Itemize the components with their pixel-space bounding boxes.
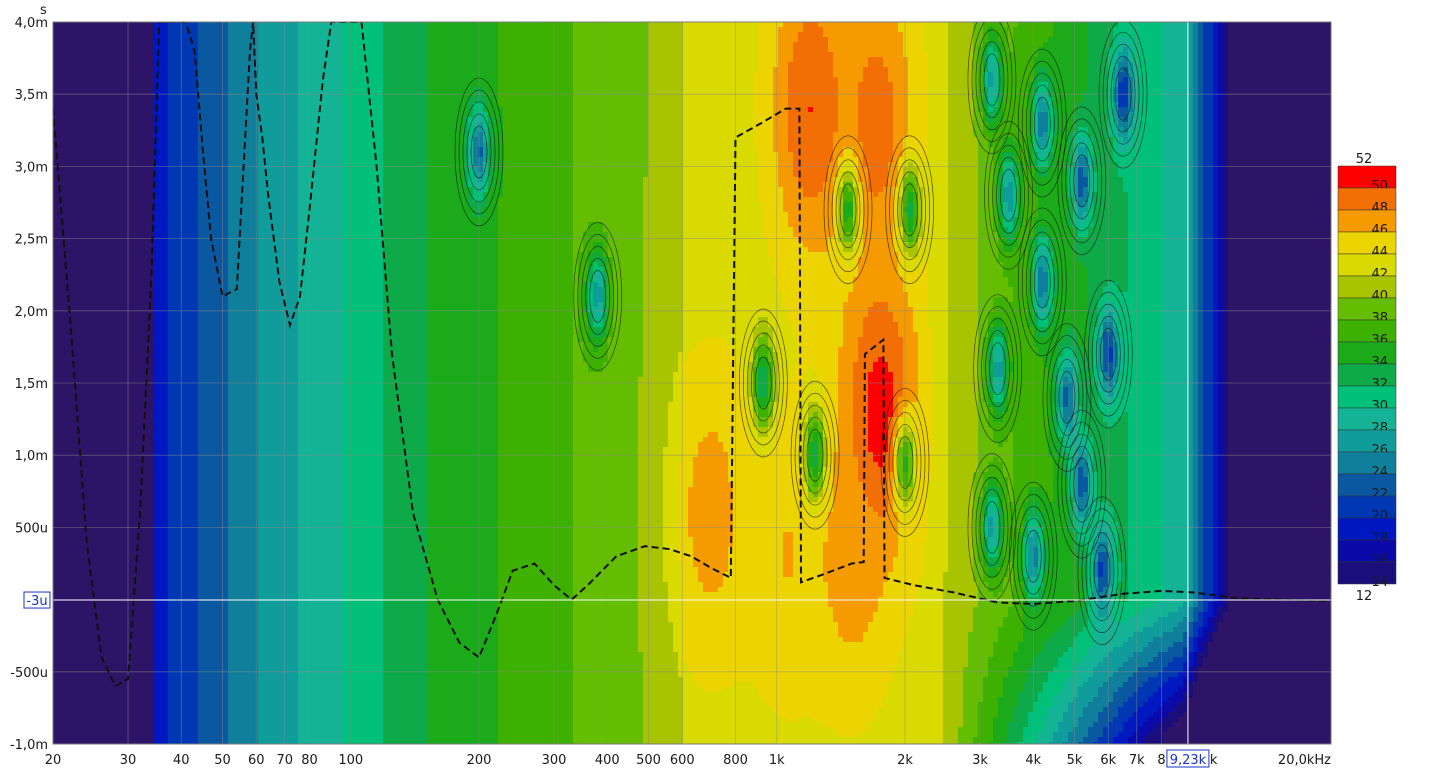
x-tick-label: 20 xyxy=(45,753,62,768)
x-tick-label: 400 xyxy=(595,753,620,768)
y-tick-label: -500u xyxy=(10,666,48,681)
y-tick-label: 4,0m xyxy=(15,16,48,31)
x-tick-label: 30 xyxy=(120,753,137,768)
x-tick-label: 200 xyxy=(467,753,492,768)
x-tick-label: 1k xyxy=(769,753,785,768)
x-tick-label: 500 xyxy=(636,753,661,768)
cursor-x-label-suffix: k xyxy=(1210,753,1218,768)
y-tick-label: 500u xyxy=(15,521,48,536)
x-tick-label: 8 xyxy=(1157,753,1165,768)
x-tick-label: 70 xyxy=(276,753,293,768)
legend-min-label: 12 xyxy=(1356,589,1373,604)
legend-max-label: 52 xyxy=(1356,152,1373,167)
x-tick-label: 4k xyxy=(1025,753,1041,768)
x-tick-label: 20,0kHz xyxy=(1278,753,1331,768)
y-tick-label: 3,5m xyxy=(15,88,48,103)
heat-layer xyxy=(53,22,1334,748)
y-tick-label: 1,5m xyxy=(15,377,48,392)
y-tick-label: -1,0m xyxy=(10,738,48,753)
y-tick-label: 2,0m xyxy=(15,305,48,320)
y-tick-label: 2,5m xyxy=(15,233,48,248)
x-tick-label: 50 xyxy=(214,753,231,768)
y-tick-label: 1,0m xyxy=(15,449,48,464)
x-tick-label: 2k xyxy=(897,753,913,768)
x-tick-labels: 20 30 40 50 60 70 80 100 200 300 400 500 600 800 1k 2k 3… xyxy=(45,753,1331,768)
x-tick-label: 7k xyxy=(1129,753,1145,768)
y-tick-label: 3,0m xyxy=(15,160,48,175)
cursor-y-label[interactable]: -3u xyxy=(26,594,47,609)
x-tick-label: 3k xyxy=(972,753,988,768)
x-tick-label: 40 xyxy=(173,753,190,768)
x-tick-label: 6k xyxy=(1100,753,1116,768)
x-tick-label: 600 xyxy=(670,753,695,768)
x-tick-label: 800 xyxy=(723,753,748,768)
x-tick-label: 5k xyxy=(1067,753,1083,768)
x-tick-label: 80 xyxy=(301,753,318,768)
x-tick-label: 100 xyxy=(338,753,363,768)
legend-label: 14 xyxy=(1371,575,1388,590)
color-scale-legend: 5250484644424038363432302826242220181614… xyxy=(1338,152,1396,604)
plot-area[interactable] xyxy=(53,6,1334,748)
cursor-x-label[interactable]: 9,23k xyxy=(1170,753,1207,768)
waterfall-chart: s 20 30 40 50 60 70 80 100 200 300 400 500 600 800 1k 2… xyxy=(0,0,1432,768)
x-tick-label: 300 xyxy=(542,753,567,768)
x-tick-label: 60 xyxy=(248,753,265,768)
y-tick-labels: 4,0m 3,5m 3,0m 2,5m 2,0m 1,5m 1,0m 500u -500u -1,… xyxy=(10,16,48,753)
